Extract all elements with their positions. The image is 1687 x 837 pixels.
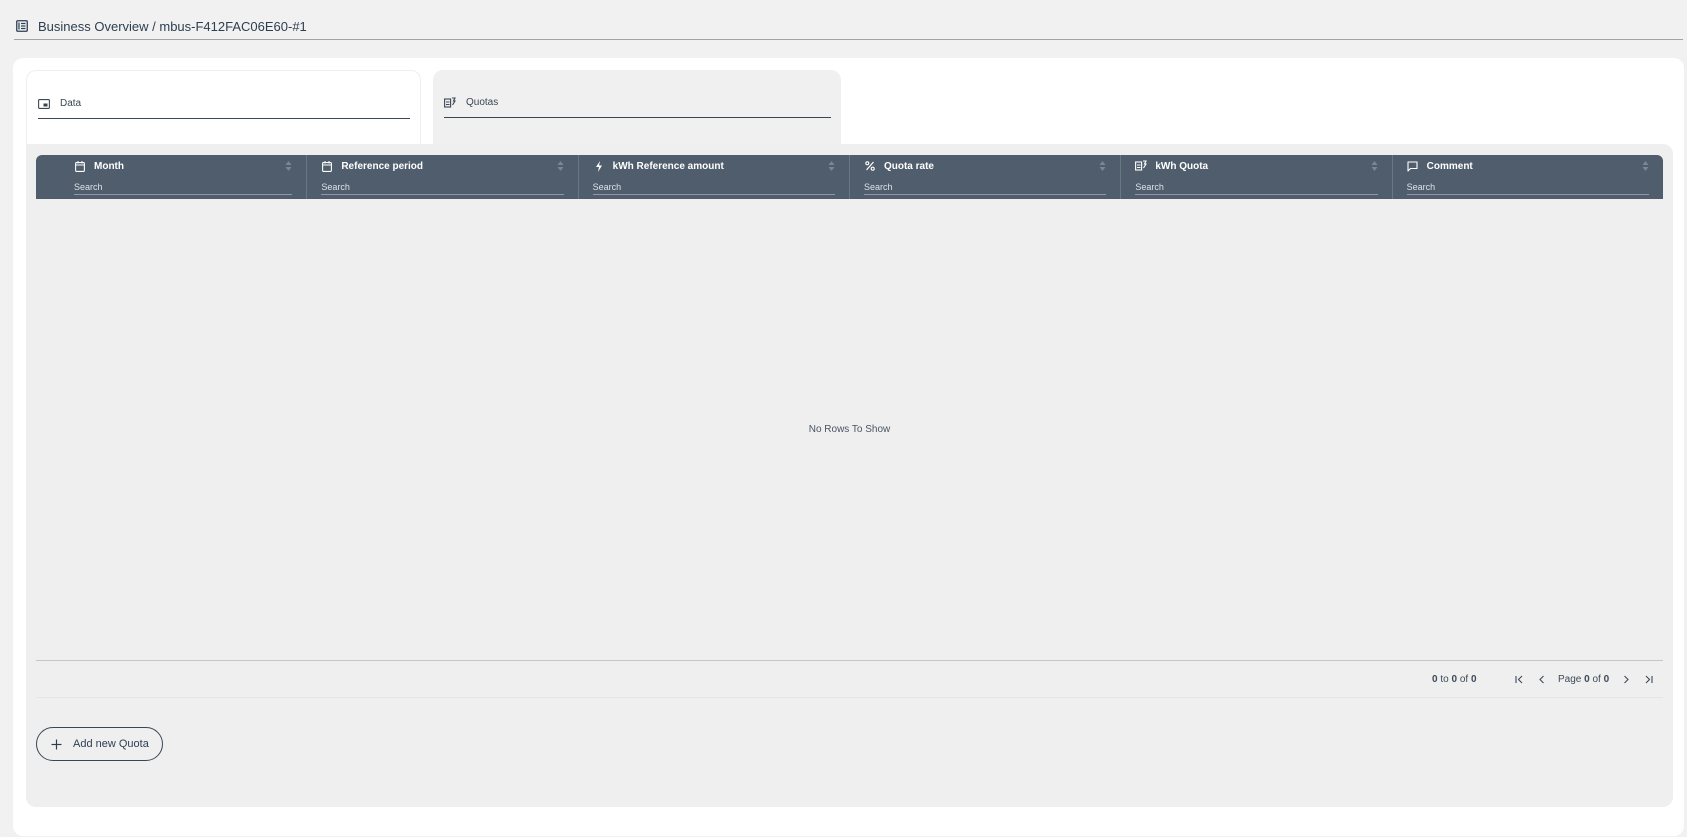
pagination-divider	[36, 660, 1663, 661]
month-search-input[interactable]	[74, 179, 293, 195]
column-reference-period-label: Reference period	[341, 160, 424, 172]
grid-header: Month Reference period	[36, 155, 1663, 199]
column-comment[interactable]: Comment	[1393, 155, 1663, 199]
sort-icon[interactable]	[1642, 160, 1649, 172]
quota-icon	[1135, 160, 1148, 172]
column-quota-rate-label: Quota rate	[883, 160, 934, 172]
column-month-label: Month	[94, 160, 124, 172]
breadcrumb: Business Overview / mbus-F412FAC06E60-#1	[14, 12, 1687, 40]
page-total: 0	[1603, 673, 1610, 685]
column-reference-period[interactable]: Reference period	[307, 155, 579, 199]
header-divider	[14, 39, 1683, 40]
percent-icon	[864, 160, 876, 172]
tab-data[interactable]: Data	[26, 70, 421, 144]
add-quota-label: Add new Quota	[73, 738, 149, 750]
bolt-icon	[593, 160, 605, 172]
pagination-controls: Page 0 of 0	[1508, 670, 1659, 688]
sort-icon[interactable]	[557, 160, 564, 172]
empty-message: No Rows To Show	[808, 423, 891, 435]
column-kwh-quota-label: kWh Quota	[1155, 160, 1209, 172]
list-icon	[16, 19, 30, 33]
row-of-word: of	[1459, 673, 1469, 685]
column-kwh-reference-amount-label: kWh Reference amount	[612, 160, 724, 172]
next-page-icon[interactable]	[1615, 670, 1637, 688]
page-current: 0	[1584, 673, 1590, 685]
column-kwh-reference-amount[interactable]: kWh Reference amount	[579, 155, 850, 199]
page-title: Business Overview / mbus-F412FAC06E60-#1	[38, 18, 307, 34]
tab-quotas-label: Quotas	[466, 97, 499, 108]
card-icon	[38, 98, 50, 110]
kwh-reference-amount-search-input[interactable]	[592, 179, 835, 195]
last-page-icon[interactable]	[1637, 670, 1659, 688]
page-of-word: of	[1592, 673, 1601, 685]
quotas-panel: Month Reference period	[26, 144, 1673, 807]
quota-icon	[444, 96, 456, 109]
kwh-quota-search-input[interactable]	[1135, 179, 1378, 195]
comment-search-input[interactable]	[1406, 179, 1649, 195]
sort-icon[interactable]	[1371, 160, 1378, 172]
reference-period-search-input[interactable]	[321, 179, 564, 195]
calendar-icon	[74, 160, 86, 172]
add-quota-button[interactable]: Add new Quota	[36, 727, 163, 761]
first-page-icon[interactable]	[1508, 670, 1530, 688]
column-comment-label: Comment	[1426, 160, 1473, 172]
comment-icon	[1407, 160, 1419, 172]
column-quota-rate[interactable]: Quota rate	[850, 155, 1122, 199]
calendar-icon	[321, 160, 333, 172]
column-kwh-quota[interactable]: kWh Quota	[1121, 155, 1393, 199]
quota-rate-search-input[interactable]	[863, 179, 1107, 195]
tab-data-label: Data	[60, 98, 82, 109]
page-indicator: Page 0 of 0	[1558, 674, 1609, 685]
pagination-bottom-divider	[36, 697, 1663, 698]
main-card: Data Quotas Month Search Reference perio…	[13, 58, 1684, 836]
plus-icon	[51, 738, 63, 750]
column-month[interactable]: Month	[36, 155, 308, 199]
sort-icon[interactable]	[1099, 160, 1106, 172]
row-total: 0	[1470, 673, 1477, 685]
previous-page-icon[interactable]	[1530, 670, 1552, 688]
grid-body: No Rows To Show	[36, 199, 1663, 659]
page-word: Page	[1558, 673, 1582, 685]
row-to-word: to	[1440, 673, 1449, 685]
row-summary: 0 to 0 of 0	[1432, 670, 1477, 688]
sort-icon[interactable]	[828, 160, 835, 172]
sort-icon[interactable]	[285, 160, 292, 172]
